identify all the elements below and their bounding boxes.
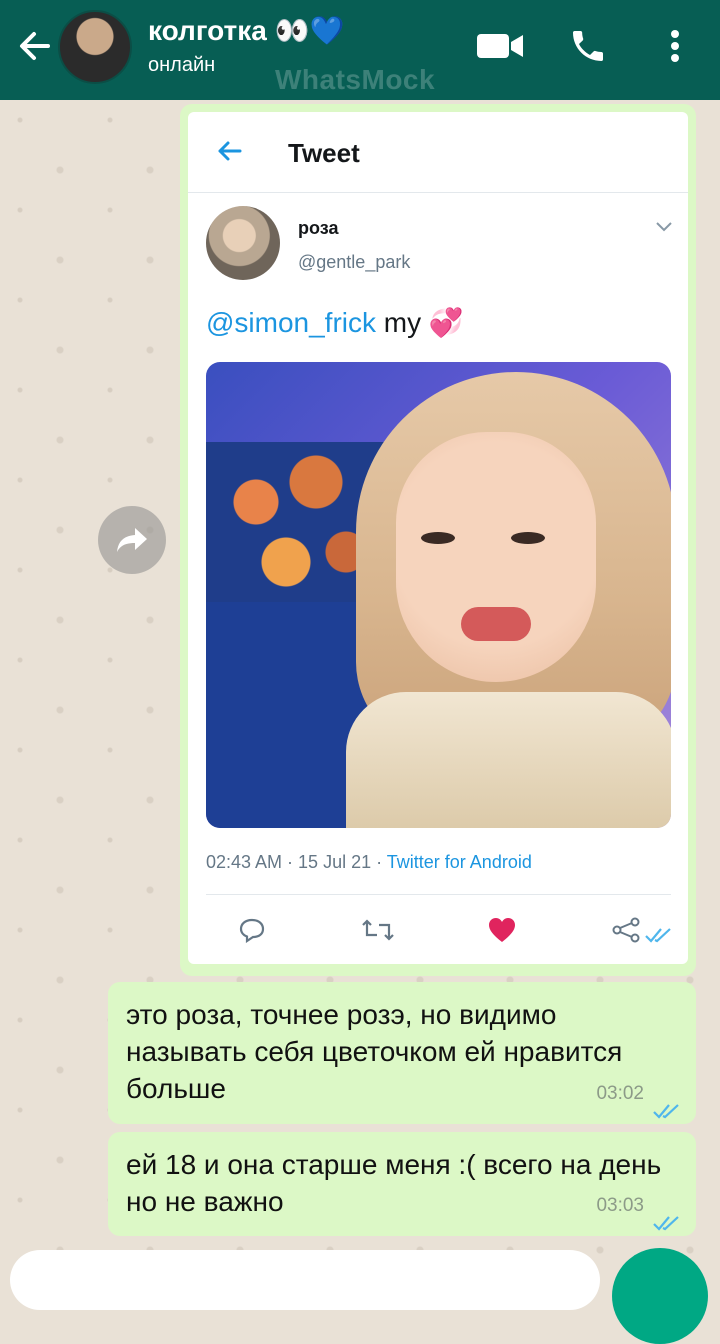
tweet-author-handle: @gentle_park [298,252,411,272]
contact-avatar[interactable] [58,10,132,84]
read-ticks-icon [644,926,674,944]
tweet-meta: 02:43 AM · 15 Jul 21 · Twitter for Andro… [206,852,532,873]
reply-icon [232,912,272,948]
contact-status: онлайн [148,54,216,76]
message-time: 03:03 [596,1195,644,1216]
tweet-topbar-title: Tweet [288,138,360,168]
forward-icon [117,528,147,552]
tweet-author-avatar [206,206,280,280]
photo-eye [421,532,455,544]
divider [206,894,671,895]
message-time: 03:02 [596,1083,644,1104]
tweet-timestamp: 02:43 AM · 15 Jul 21 · [206,852,387,872]
message-text: это роза, точнее розэ, но видимо называт… [126,999,623,1104]
phone-icon[interactable] [566,24,610,68]
like-icon [482,912,522,948]
watermark: WhatsMock [275,64,436,95]
message-text: ей 18 и она старше меня :( всего на день… [126,1149,662,1217]
message-bubble[interactable]: это роза, точнее розэ, но видимо называт… [108,982,696,1124]
tweet-photo [206,362,671,828]
image-message-bubble[interactable]: Tweet роза @gentle_park @simon_frick my … [180,104,696,976]
tweet-mention: @simon_frick [206,307,377,338]
tweet-back-arrow-icon [214,136,244,166]
read-ticks-icon [652,1092,682,1119]
chat-header: колготка 👀💙 онлайн WhatsMock [0,0,720,100]
mic-button[interactable] [612,1248,708,1344]
photo-eye [511,532,545,544]
photo-face [396,432,596,682]
retweet-icon [358,912,398,948]
forward-button[interactable] [98,506,166,574]
read-ticks-icon [652,1204,682,1231]
more-vert-icon[interactable] [660,24,690,68]
tweet-text: @simon_frick my 💞 [206,306,464,339]
video-call-icon[interactable] [474,24,526,68]
tweet-author-name: роза [298,218,339,238]
tweet-text-rest: my 💞 [376,307,464,338]
tweet-source: Twitter for Android [386,852,532,872]
chevron-down-icon [654,216,674,236]
message-input[interactable] [10,1250,600,1310]
share-icon [608,912,648,948]
photo-lips [461,607,531,641]
tweet-topbar: Tweet [188,112,688,193]
tweet-screenshot[interactable]: Tweet роза @gentle_park @simon_frick my … [188,112,688,964]
contact-name[interactable]: колготка 👀💙 [148,14,344,47]
message-bubble[interactable]: ей 18 и она старше меня :( всего на день… [108,1132,696,1236]
photo-sweater [346,692,671,828]
back-arrow-icon[interactable] [14,22,58,70]
